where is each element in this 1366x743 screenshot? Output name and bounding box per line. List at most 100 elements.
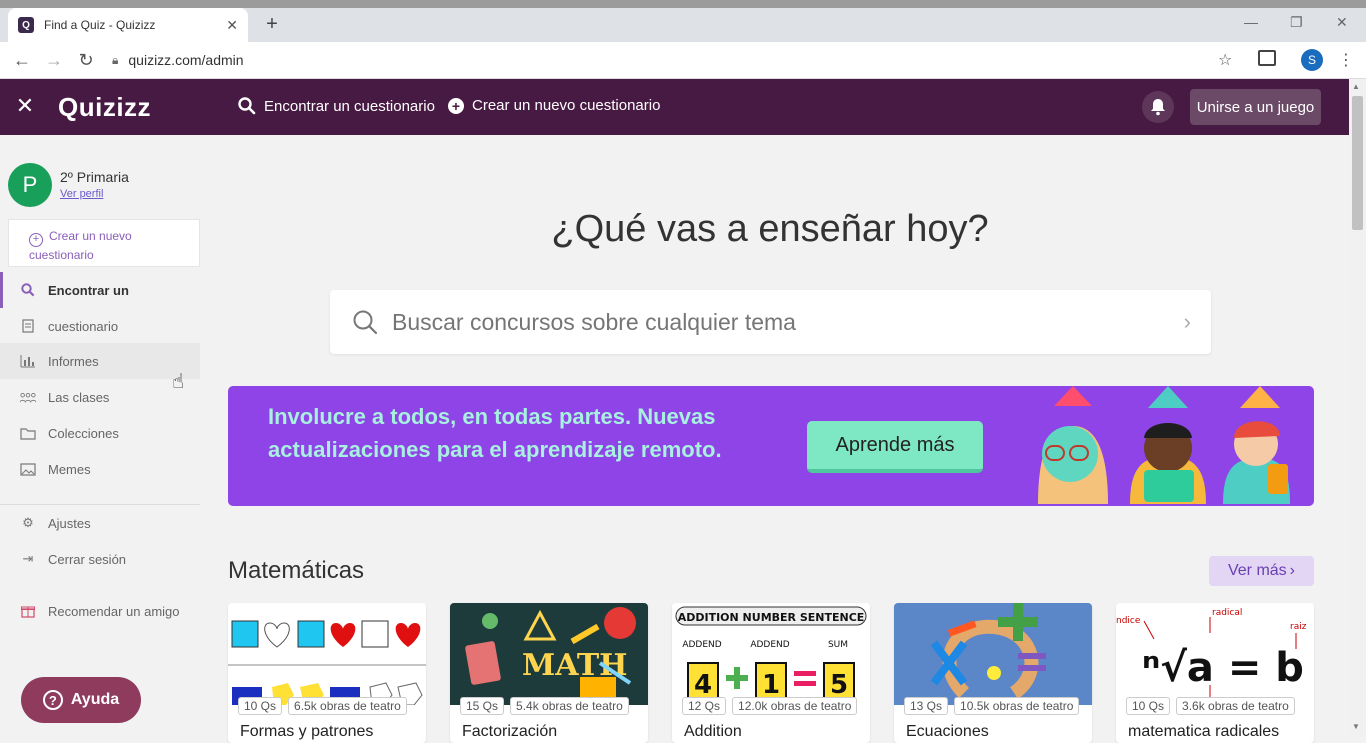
question-count-badge: 10 Qs [238,697,283,715]
chevron-right-icon: › [1289,562,1295,579]
mouse-cursor-icon: ☝ [172,371,185,393]
sidebar-item-label: Las clases [48,389,110,405]
sidebar-item-settings[interactable]: ⚙ Ajustes [0,505,200,541]
scroll-down-icon[interactable]: ▼ [1352,722,1360,731]
sidebar-item-collections[interactable]: Colecciones [0,415,200,451]
omnibox[interactable]: 🔒︎ quizizz.com/admin [112,46,1242,74]
card-thumbnail [228,603,426,705]
digit-c: 5 [830,670,848,700]
help-label: Ayuda [70,691,120,708]
quiz-card-addition[interactable]: ADDITION NUMBER SENTENCE ADDEND ADDEND S… [672,603,870,743]
gift-icon [20,603,36,619]
quizizz-logo[interactable]: Quizizz [58,92,151,123]
page-title: ¿Qué vas a enseñar hoy? [551,208,989,250]
bookmark-star-icon[interactable]: ☆ [1218,50,1232,70]
sidebar-item-label: Colecciones [48,425,119,441]
learn-more-button[interactable]: Aprende más [807,421,983,473]
card-thumbnail [894,603,1092,705]
close-menu-icon[interactable]: ✕ [14,93,36,119]
create-quiz-button[interactable]: + Crear un nuevo cuestionario [8,219,200,267]
cast-icon[interactable] [1258,50,1276,66]
sidebar-item-memes[interactable]: Memes [0,451,200,487]
join-game-button[interactable]: Unirse a un juego [1190,89,1321,125]
sidebar-item-find[interactable]: Encontrar un [0,272,200,308]
banner-illustration [1038,386,1290,504]
see-more-label: Ver más [1227,562,1287,579]
quiz-card-shapes[interactable]: 10 Qs 6.5k obras de teatro Formas y patro… [228,603,426,743]
plays-badge: 6.5k obras de teatro [288,697,407,715]
sidebar-item-my-library[interactable]: cuestionario [0,308,200,344]
question-count-badge: 13 Qs [904,697,949,715]
user-name: 2º Primaria [60,169,129,185]
logout-icon: ⇥ [22,551,34,566]
restore-icon[interactable]: ❐ [1290,14,1303,31]
help-icon: ? [42,690,63,710]
tab-close-icon[interactable]: ✕ [226,17,238,34]
raiz-label: raiz [1290,622,1307,632]
card-title: Formas y patrones [240,723,374,740]
chart-icon [20,353,36,369]
question-count-badge: 10 Qs [1126,697,1171,715]
search-bar[interactable]: › [330,290,1211,354]
view-profile-link[interactable]: Ver perfil [60,188,103,200]
sum-label: SUM [828,640,848,650]
search-icon [353,310,378,335]
see-more-button[interactable]: Ver más › [1209,556,1314,586]
document-icon [20,318,36,334]
chevron-right-icon[interactable]: › [1184,309,1191,335]
quiz-card-factorization[interactable]: MATH 15 Qs 5.4k obras de teatro Factoriza… [450,603,648,743]
scrollbar-thumb[interactable] [1352,96,1363,230]
sidebar-item-classes[interactable]: Las clases [0,379,200,415]
quiz-card-radicals[interactable]: radical ndice raiz ⁿ√a = b 10 Qs 3.6k obr… [1116,603,1314,743]
notifications-bell-icon[interactable] [1142,91,1174,123]
radical-label: radical [1212,608,1242,618]
help-button[interactable]: ? Ayuda [21,677,141,723]
forward-icon[interactable]: → [42,50,66,71]
nav-create-label: Crear un nuevo cuestionario [472,97,661,114]
sidebar-item-label: Encontrar un [48,282,129,298]
card-thumbnail: MATH [450,603,648,705]
nav-create-quiz[interactable]: + Crear un nuevo cuestionario [448,97,660,114]
folder-icon [20,425,36,441]
digit-a: 4 [694,670,712,700]
sidebar-item-label: Recomendar un amigo [48,603,180,619]
addend-label: ADDEND [682,640,721,650]
plus-circle-icon: + [448,97,464,114]
browser-tab[interactable]: Q Find a Quiz - Quizizz ✕ [8,8,248,42]
plays-badge: 3.6k obras de teatro [1176,697,1295,715]
indice-label: ndice [1116,616,1141,626]
plays-badge: 5.4k obras de teatro [510,697,629,715]
browser-menu-icon[interactable]: ⋮ [1338,50,1354,70]
digit-b: 1 [762,670,780,700]
sidebar-item-label: Ajustes [48,515,91,531]
user-avatar[interactable]: P [8,163,52,207]
sidebar-item-label: Cerrar sesión [48,551,127,567]
plus-circle-icon: + [29,233,43,247]
profile-avatar[interactable]: S [1301,49,1323,71]
addition-header: ADDITION NUMBER SENTENCE [678,611,865,624]
nav-find-quiz[interactable]: Encontrar un cuestionario [238,97,435,115]
card-thumbnail: ADDITION NUMBER SENTENCE ADDEND ADDEND S… [672,603,870,705]
radical-expression: ⁿ√a = b [1142,645,1304,691]
sidebar-item-logout[interactable]: ⇥ Cerrar sesión [0,541,200,577]
back-icon[interactable]: ← [10,50,34,71]
question-count-badge: 12 Qs [682,697,727,715]
minimize-icon[interactable]: — [1244,14,1258,30]
new-tab-icon[interactable]: + [262,12,282,38]
create-line1: Crear un nuevo [49,229,132,243]
url-text: quizizz.com/admin [128,52,244,68]
search-icon [20,282,36,298]
sidebar-item-reports[interactable]: Informes [0,343,200,379]
banner-text: Involucre a todos, en todas partes. Nuev… [268,404,722,462]
window-close-icon[interactable]: ✕ [1336,14,1348,31]
addend-label: ADDEND [750,640,789,650]
quiz-card-equations[interactable]: 13 Qs 10.5k obras de teatro Ecuaciones [894,603,1092,743]
search-input[interactable] [392,308,1184,336]
search-icon [238,97,256,115]
scroll-up-icon[interactable]: ▲ [1352,82,1360,91]
reload-icon[interactable]: ↻ [74,50,98,71]
card-title: Addition [684,723,742,740]
sidebar-item-refer-friend[interactable]: Recomendar un amigo [0,593,200,629]
image-icon [20,461,36,477]
create-line2: cuestionario [29,248,94,262]
